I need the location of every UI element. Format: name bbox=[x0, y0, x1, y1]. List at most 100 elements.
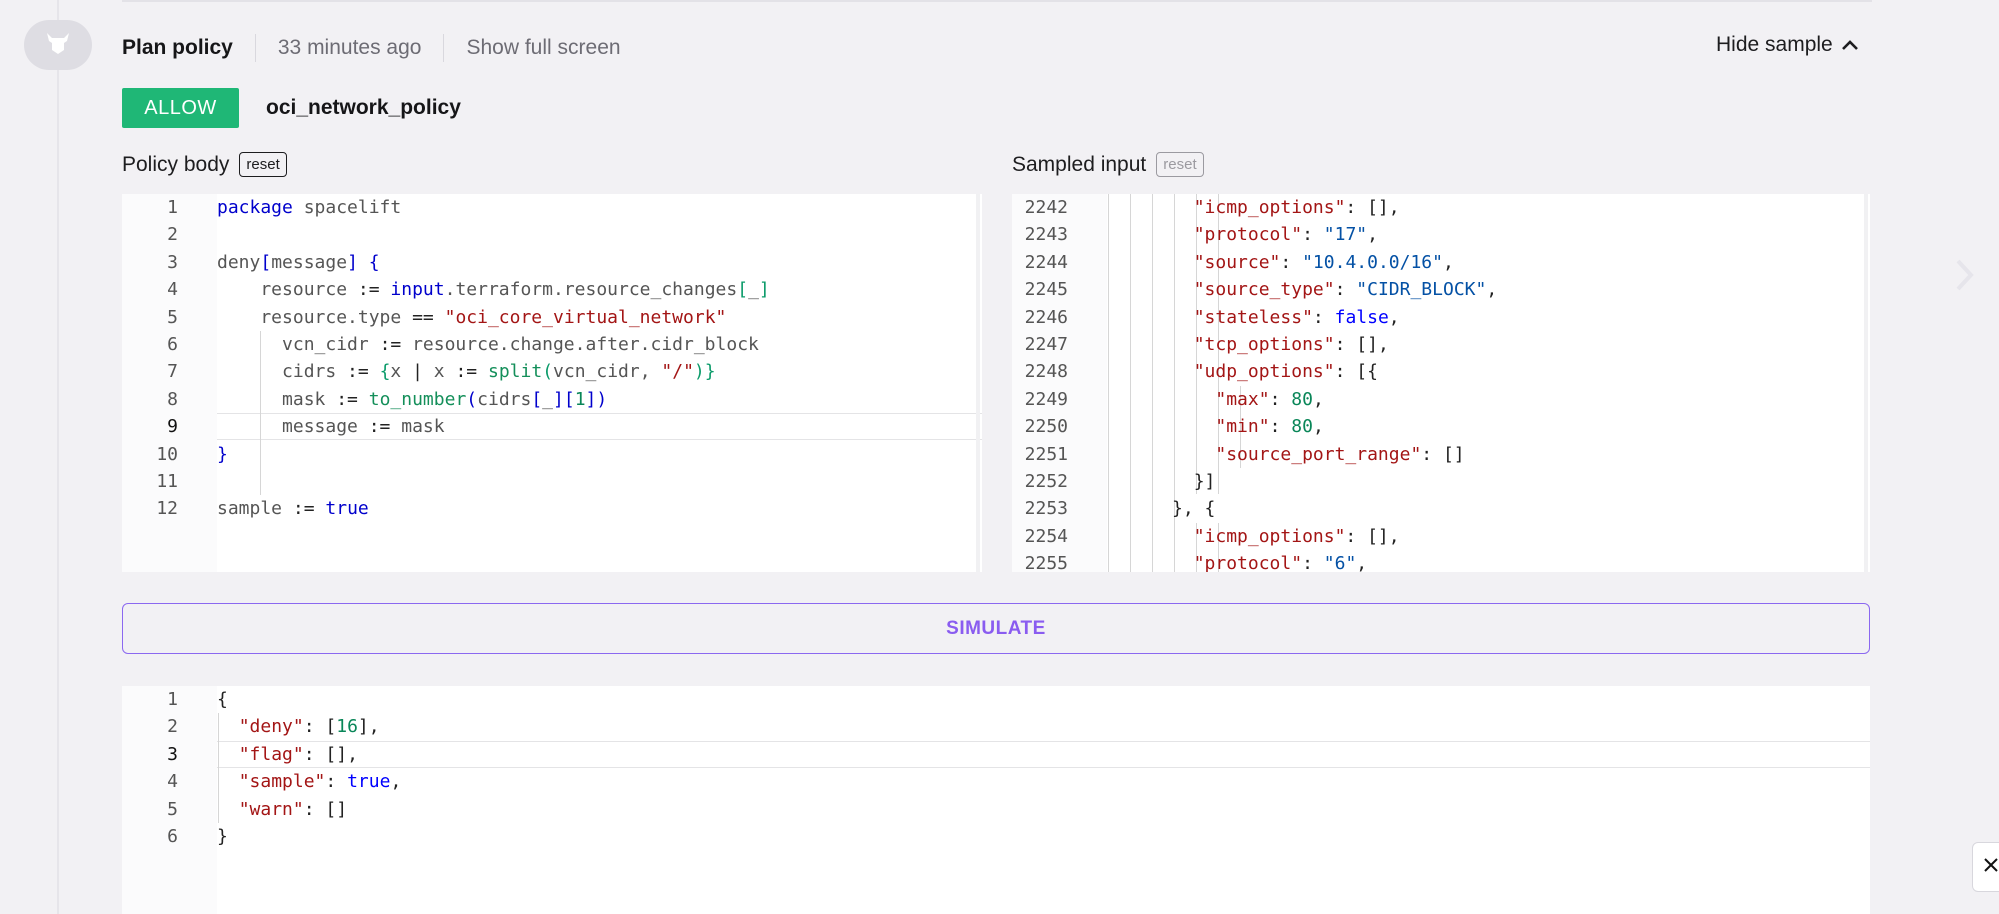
code-token: "icmp_options" bbox=[1193, 525, 1346, 547]
code-token: : bbox=[1280, 251, 1303, 273]
line-number: 2 bbox=[167, 716, 178, 738]
chevron-right-icon[interactable] bbox=[1955, 258, 1975, 301]
code-token: .terraform.resource_changes bbox=[444, 279, 738, 301]
policy-reset-button[interactable]: reset bbox=[239, 152, 287, 177]
code-line: cidrs := {x | x := split(vcn_cidr, "/")} bbox=[217, 358, 716, 385]
code-token: := bbox=[357, 279, 380, 301]
line-number: 2252 bbox=[1024, 471, 1068, 492]
code-token: vcn_cidr, bbox=[553, 361, 662, 383]
line-number: 2249 bbox=[1024, 388, 1068, 410]
code-token: : [] bbox=[303, 798, 348, 820]
line-number: 2246 bbox=[1024, 306, 1068, 328]
code-token: , bbox=[1312, 388, 1324, 410]
code-token: x bbox=[390, 361, 413, 383]
line-number: 6 bbox=[167, 334, 178, 355]
code-token: ( bbox=[466, 388, 478, 410]
code-token: "/" bbox=[661, 361, 694, 383]
top-divider bbox=[122, 0, 1872, 2]
run-header: Plan policy 33 minutes ago Show full scr… bbox=[122, 30, 621, 66]
line-number: 2245 bbox=[1024, 279, 1068, 301]
code-token: : bbox=[1334, 279, 1357, 301]
code-line: "warn": [] bbox=[217, 796, 347, 823]
code-token: resource.type bbox=[217, 306, 413, 328]
code-token: }] bbox=[1107, 471, 1216, 492]
code-token: "icmp_options" bbox=[1193, 197, 1346, 218]
code-line: mask := to_number(cidrs[_][1]) bbox=[217, 386, 607, 413]
code-line: deny[message] { bbox=[217, 249, 380, 276]
code-token: [ bbox=[737, 279, 749, 301]
code-token: false bbox=[1334, 306, 1389, 328]
code-token: [ bbox=[260, 251, 272, 273]
line-number: 5 bbox=[167, 306, 178, 328]
code-token: 80 bbox=[1291, 388, 1313, 410]
code-token: vcn_cidr bbox=[217, 334, 380, 355]
code-token: 1 bbox=[574, 388, 586, 410]
code-token: cidrs bbox=[477, 388, 532, 410]
code-token: message bbox=[217, 416, 369, 438]
policy-editor[interactable]: 1 package spacelift 2 3 deny[message] {4 res… bbox=[122, 194, 982, 572]
code-line: message := mask bbox=[217, 413, 445, 440]
code-token: "17" bbox=[1323, 224, 1368, 246]
line-number: 11 bbox=[156, 471, 178, 492]
code-token: resource bbox=[217, 279, 358, 301]
code-line: resource := input.terraform.resource_cha… bbox=[217, 276, 769, 303]
line-number: 5 bbox=[167, 798, 178, 820]
code-token: := bbox=[455, 361, 478, 383]
code-token: { bbox=[357, 251, 380, 273]
code-token: := bbox=[292, 498, 315, 520]
code-line: "stateless": false, bbox=[1107, 304, 1400, 331]
line-number: 2243 bbox=[1024, 224, 1068, 246]
line-number: 4 bbox=[167, 279, 178, 301]
code-token: to_number bbox=[368, 388, 467, 410]
scrollbar[interactable] bbox=[1864, 194, 1868, 572]
code-line: "deny": [16], bbox=[217, 713, 380, 740]
code-token: , bbox=[1486, 279, 1498, 301]
line-number: 2 bbox=[167, 224, 178, 246]
output-editor[interactable]: 1{2 "deny": [16], 3 "flag": [], 4 "sample"… bbox=[122, 686, 1870, 914]
sample-reset-button[interactable]: reset bbox=[1156, 152, 1204, 177]
line-number: 2254 bbox=[1024, 525, 1068, 547]
code-token: "deny" bbox=[238, 716, 304, 738]
simulate-button[interactable]: SIMULATE bbox=[122, 603, 1870, 654]
hide-sample-button[interactable]: Hide sample bbox=[1716, 33, 1859, 57]
code-line: "tcp_options": [], bbox=[1107, 331, 1389, 358]
code-line: vcn_cidr := resource.change.after.cidr_b… bbox=[217, 331, 759, 358]
line-number: 2242 bbox=[1024, 197, 1068, 218]
current-line-highlight bbox=[217, 740, 1870, 768]
line-number: 10 bbox=[156, 443, 178, 465]
close-button[interactable] bbox=[1972, 842, 1999, 892]
show-full-screen-link[interactable]: Show full screen bbox=[466, 36, 620, 60]
code-line: "source_port_range": [] bbox=[1107, 441, 1464, 468]
scrollbar[interactable] bbox=[976, 194, 980, 572]
code-token: 80 bbox=[1291, 416, 1313, 438]
code-line: resource.type == "oci_core_virtual_netwo… bbox=[217, 304, 726, 331]
code-token: "oci_core_virtual_network" bbox=[444, 306, 727, 328]
allow-badge: ALLOW bbox=[122, 88, 239, 128]
code-token: deny bbox=[217, 251, 261, 273]
code-token: , bbox=[1356, 553, 1368, 572]
code-token: := bbox=[379, 334, 402, 355]
code-token: mask bbox=[217, 388, 337, 410]
code-token: x bbox=[422, 361, 456, 383]
sample-input-editor[interactable]: 2242 "icmp_options": [], 2243 "protocol":… bbox=[1012, 194, 1870, 572]
code-line: } bbox=[217, 823, 228, 850]
line-number: 9 bbox=[167, 416, 178, 438]
code-token: : bbox=[1269, 388, 1292, 410]
code-line: "sample": true, bbox=[217, 768, 402, 795]
line-number: 2247 bbox=[1024, 334, 1068, 355]
code-line: }, { bbox=[1107, 495, 1215, 522]
policy-body-label: Policy body bbox=[122, 152, 230, 176]
code-token: spacelift bbox=[292, 197, 402, 218]
code-line: "icmp_options": [], bbox=[1107, 523, 1400, 550]
